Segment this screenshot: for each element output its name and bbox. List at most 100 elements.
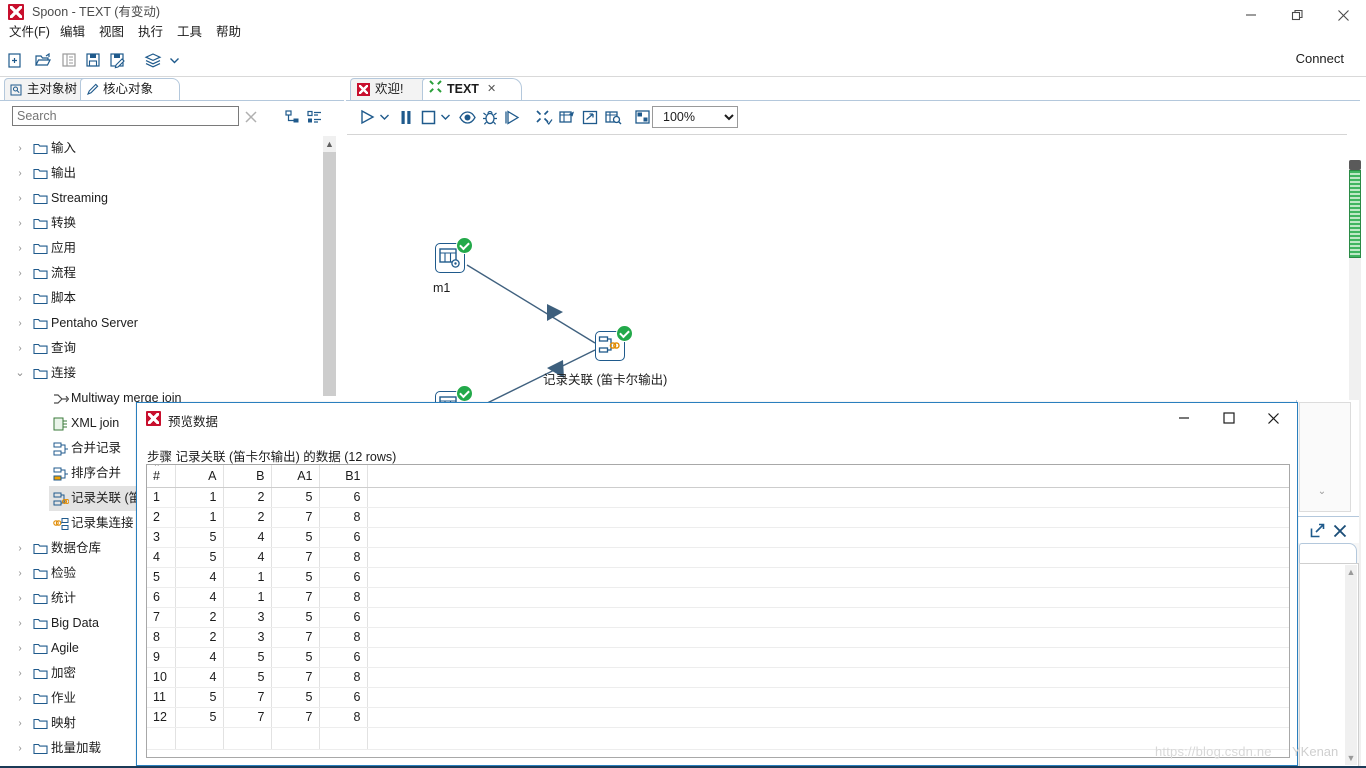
open-folder-icon[interactable] bbox=[32, 49, 54, 71]
chevron-right-icon[interactable]: › bbox=[11, 561, 29, 586]
scrollbar-thumb[interactable] bbox=[323, 152, 336, 396]
table-row[interactable]: 35456 bbox=[147, 527, 1289, 548]
table-row[interactable]: 72356 bbox=[147, 607, 1289, 628]
column-header-a[interactable]: A bbox=[175, 465, 224, 488]
chevron-right-icon[interactable]: › bbox=[11, 211, 29, 236]
results-panel-scrollbar[interactable]: ▲ ▼ bbox=[1345, 565, 1357, 765]
zoom-select[interactable]: 100% bbox=[652, 106, 738, 128]
chevron-right-icon[interactable]: › bbox=[11, 261, 29, 286]
menu-help[interactable]: 帮助 bbox=[211, 23, 246, 42]
layers-icon[interactable] bbox=[142, 49, 164, 71]
chevron-down-icon[interactable] bbox=[168, 49, 180, 71]
table-row[interactable]: 45478 bbox=[147, 547, 1289, 568]
tab-text[interactable]: TEXT ✕ bbox=[422, 78, 522, 100]
chevron-right-icon[interactable]: › bbox=[11, 661, 29, 686]
chevron-right-icon[interactable]: › bbox=[11, 711, 29, 736]
chevron-right-icon[interactable]: › bbox=[11, 611, 29, 636]
tree-item-joins[interactable]: ⌄ 连接 bbox=[11, 361, 301, 386]
preview-data-dialog[interactable]: 预览数据 步骤 记录关联 (笛卡尔输出) 的数据 (12 rows) ⌃ # A… bbox=[136, 402, 1298, 766]
chevron-right-icon[interactable]: › bbox=[11, 336, 29, 361]
table-row[interactable]: 12 5 7 7 8 bbox=[147, 707, 1289, 728]
column-header-b[interactable]: B bbox=[223, 465, 272, 488]
impact-analysis-icon[interactable] bbox=[556, 106, 578, 128]
table-row[interactable]: 94556 bbox=[147, 647, 1289, 668]
table-row[interactable]: 82378 bbox=[147, 627, 1289, 648]
close-panel-icon[interactable] bbox=[1331, 522, 1348, 539]
menu-edit[interactable]: 编辑 bbox=[55, 23, 90, 42]
maximize-panel-icon[interactable] bbox=[1309, 522, 1326, 539]
arrange-icon[interactable] bbox=[632, 106, 654, 128]
chevron-right-icon[interactable]: › bbox=[11, 186, 29, 211]
tree-vertical-scrollbar[interactable]: ▲ bbox=[323, 136, 336, 396]
tree-item-lookup[interactable]: › 查询 bbox=[11, 336, 301, 361]
pause-icon[interactable] bbox=[395, 106, 417, 128]
tree-item-pentaho-server[interactable]: › Pentaho Server bbox=[11, 311, 301, 336]
chevron-right-icon[interactable]: › bbox=[11, 236, 29, 261]
show-last-log-icon[interactable] bbox=[602, 106, 624, 128]
scroll-up-icon[interactable]: ▲ bbox=[323, 136, 336, 152]
chevron-right-icon[interactable]: › bbox=[11, 686, 29, 711]
table-row[interactable]: 21278 bbox=[147, 507, 1289, 528]
search-input[interactable] bbox=[12, 106, 239, 126]
replay-icon[interactable] bbox=[502, 106, 524, 128]
stop-options-caret-icon[interactable] bbox=[439, 111, 451, 123]
chevron-down-icon[interactable]: ⌄ bbox=[1313, 486, 1331, 497]
tab-close-icon[interactable]: ✕ bbox=[487, 79, 496, 100]
run-options-caret-icon[interactable] bbox=[378, 111, 390, 123]
get-sql-icon[interactable] bbox=[579, 106, 601, 128]
menu-file[interactable]: 文件(F) bbox=[4, 23, 55, 42]
table-row[interactable]: 11 5 7 5 6 bbox=[147, 687, 1289, 708]
tree-item-flow[interactable]: › 流程 bbox=[11, 261, 301, 286]
canvas-node-m1[interactable] bbox=[435, 237, 473, 275]
column-header-index[interactable]: ⌃ # bbox=[147, 465, 176, 488]
preview-icon[interactable] bbox=[456, 106, 478, 128]
menu-run[interactable]: 执行 bbox=[133, 23, 168, 42]
dialog-maximize-button[interactable] bbox=[1206, 403, 1251, 433]
chevron-right-icon[interactable]: › bbox=[11, 736, 29, 761]
expand-all-icon[interactable] bbox=[284, 108, 301, 125]
tree-item-application[interactable]: › 应用 bbox=[11, 236, 301, 261]
tree-item-label: Agile bbox=[51, 641, 79, 655]
tree-item-output[interactable]: › 输出 bbox=[11, 161, 301, 186]
debug-icon[interactable] bbox=[479, 106, 501, 128]
chevron-down-icon[interactable]: ⌄ bbox=[11, 361, 29, 386]
scroll-down-icon[interactable]: ▼ bbox=[1345, 751, 1357, 765]
tree-item-scripting[interactable]: › 脚本 bbox=[11, 286, 301, 311]
new-file-icon[interactable] bbox=[3, 49, 25, 71]
tree-item-transform[interactable]: › 转换 bbox=[11, 211, 301, 236]
dialog-minimize-button[interactable] bbox=[1161, 403, 1206, 433]
run-icon[interactable] bbox=[356, 106, 378, 128]
scrollbar-thumb[interactable] bbox=[1349, 160, 1361, 170]
stop-icon[interactable] bbox=[417, 106, 439, 128]
tree-item-streaming[interactable]: › Streaming bbox=[11, 186, 301, 211]
table-row[interactable]: 64178 bbox=[147, 587, 1289, 608]
chevron-right-icon[interactable]: › bbox=[11, 536, 29, 561]
chevron-right-icon[interactable]: › bbox=[11, 161, 29, 186]
chevron-right-icon[interactable]: › bbox=[11, 586, 29, 611]
dialog-close-button[interactable] bbox=[1251, 403, 1296, 433]
collapse-all-icon[interactable] bbox=[306, 108, 323, 125]
chevron-right-icon[interactable]: › bbox=[11, 636, 29, 661]
explorer-icon[interactable] bbox=[58, 49, 80, 71]
scroll-up-icon[interactable]: ▲ bbox=[1345, 565, 1357, 579]
clear-search-icon[interactable] bbox=[242, 108, 259, 125]
save-as-icon[interactable] bbox=[106, 49, 128, 71]
connect-button[interactable]: Connect bbox=[1296, 51, 1344, 66]
menu-tools[interactable]: 工具 bbox=[172, 23, 207, 42]
chevron-right-icon[interactable]: › bbox=[11, 311, 29, 336]
table-row[interactable]: 10 4 5 7 8 bbox=[147, 667, 1289, 688]
preview-table-container[interactable]: ⌃ # A B A1 B1 11256 21278 35456 45478 5 … bbox=[146, 464, 1290, 758]
chevron-right-icon[interactable]: › bbox=[11, 286, 29, 311]
verify-icon[interactable] bbox=[533, 106, 555, 128]
table-row[interactable]: 54156 bbox=[147, 567, 1289, 588]
save-icon[interactable] bbox=[82, 49, 104, 71]
table-row[interactable]: 11256 bbox=[147, 487, 1289, 508]
tab-core-objects[interactable]: 核心对象 bbox=[80, 78, 180, 100]
results-panel-tab[interactable] bbox=[1299, 543, 1357, 564]
tree-item-input[interactable]: › 输入 bbox=[11, 136, 301, 161]
column-header-a1[interactable]: A1 bbox=[271, 465, 320, 488]
chevron-right-icon[interactable]: › bbox=[11, 136, 29, 161]
column-header-b1[interactable]: B1 bbox=[319, 465, 368, 488]
canvas-node-join-rows[interactable] bbox=[595, 325, 633, 363]
menu-view[interactable]: 视图 bbox=[94, 23, 129, 42]
